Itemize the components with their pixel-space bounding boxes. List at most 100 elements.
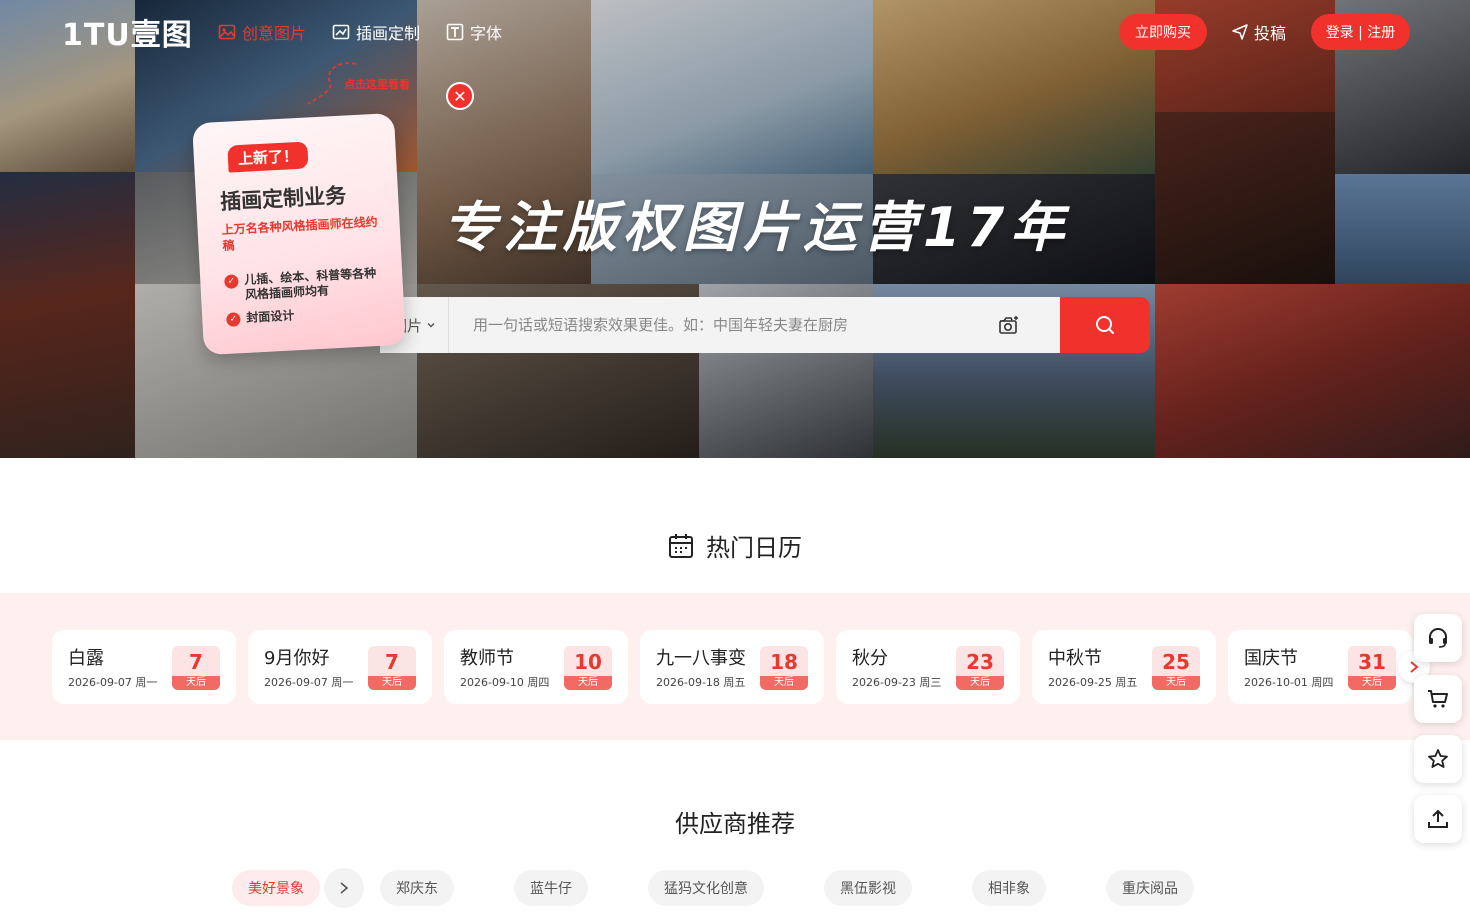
holiday-date: 2026-09-10 周四	[460, 676, 550, 689]
search-button[interactable]	[1060, 297, 1150, 353]
holiday-name: 中秋节	[1048, 648, 1102, 669]
supplier-tab[interactable]: 蓝牛仔	[514, 870, 588, 906]
calendar-card[interactable]: 九一八事变 2026-09-18 周五 18 天后	[640, 630, 824, 704]
nav-creative-images[interactable]: 创意图片	[218, 20, 306, 44]
days-count: 7	[385, 650, 399, 674]
suppliers-next-button[interactable]	[324, 868, 364, 908]
customer-service-button[interactable]	[1414, 614, 1462, 662]
chevron-right-icon	[340, 882, 349, 894]
calendar-card[interactable]: 白露 2026-09-07 周一 7 天后	[52, 630, 236, 704]
chevron-right-icon	[1410, 661, 1419, 673]
holiday-name: 秋分	[852, 648, 888, 669]
days-until-badge: 31 天后	[1348, 646, 1396, 690]
favorites-button[interactable]	[1414, 735, 1462, 783]
supplier-tab[interactable]: 重庆阅品	[1106, 870, 1194, 906]
search-box	[448, 297, 1060, 353]
days-until-badge: 25 天后	[1152, 646, 1200, 690]
promo-subtitle: 上万名各种风格插画师在线约稿	[221, 214, 378, 254]
calendar-card[interactable]: 秋分 2026-09-23 周三 23 天后	[836, 630, 1020, 704]
days-unit: 天后	[172, 676, 220, 690]
holiday-date: 2026-09-07 周一	[264, 676, 354, 689]
hero-banner: 1TU壹图 创意图片 插画定制 字体 立即购买 投稿 登录 | 注册 专注版权图…	[0, 0, 1470, 458]
promo-item: ✓ 儿插、绘本、科普等各种风格插画师均有	[224, 266, 385, 304]
nav-label: 创意图片	[242, 24, 307, 43]
days-until-badge: 7 天后	[368, 646, 416, 690]
days-unit: 天后	[368, 676, 416, 690]
days-until-badge: 23 天后	[956, 646, 1004, 690]
site-logo[interactable]: 1TU壹图	[62, 16, 193, 53]
arrow-doodle-icon	[307, 62, 357, 105]
days-count: 10	[574, 650, 602, 674]
search-input[interactable]	[449, 297, 989, 353]
suppliers-heading: 供应商推荐	[675, 810, 795, 838]
main-nav: 创意图片 插画定制 字体	[218, 20, 502, 44]
star-icon	[1428, 749, 1448, 768]
nav-illustration-custom[interactable]: 插画定制	[332, 20, 420, 44]
days-count: 18	[770, 650, 798, 674]
days-count: 25	[1162, 650, 1190, 674]
login-register-button[interactable]: 登录 | 注册	[1311, 14, 1410, 50]
days-until-badge: 18 天后	[760, 646, 808, 690]
calendar-title: 热门日历	[706, 534, 802, 562]
cart-icon	[1428, 690, 1448, 708]
nav-label: 字体	[470, 24, 503, 43]
buy-now-button[interactable]: 立即购买	[1119, 14, 1207, 50]
holiday-name: 教师节	[460, 648, 514, 669]
days-unit: 天后	[564, 676, 612, 690]
close-icon: ✕	[453, 86, 467, 106]
days-count: 31	[1358, 650, 1386, 674]
search-icon	[1096, 316, 1114, 334]
font-icon	[446, 23, 464, 41]
holiday-date: 2026-10-01 周四	[1244, 676, 1334, 689]
promo-close-button[interactable]: ✕	[446, 82, 474, 110]
check-icon: ✓	[224, 274, 239, 289]
supplier-tab[interactable]: 郑庆东	[380, 870, 454, 906]
paper-plane-icon	[1232, 24, 1248, 40]
supplier-tab[interactable]: 猛犸文化创意	[648, 870, 764, 906]
nav-label: 插画定制	[356, 24, 421, 43]
supplier-tab[interactable]: 相非象	[972, 870, 1046, 906]
calendar-card[interactable]: 9月你好 2026-09-07 周一 7 天后	[248, 630, 432, 704]
days-unit: 天后	[1152, 676, 1200, 690]
check-icon: ✓	[226, 312, 241, 327]
holiday-date: 2026-09-25 周五	[1048, 676, 1138, 689]
image-icon	[218, 24, 236, 40]
hero-title: 专注版权图片运营17年	[443, 196, 1071, 259]
days-unit: 天后	[1348, 676, 1396, 690]
calendar-heading: 热门日历	[0, 528, 1470, 563]
cart-button[interactable]	[1414, 675, 1462, 723]
holiday-name: 白露	[68, 648, 104, 669]
supplier-tab[interactable]: 黑伍影视	[824, 870, 912, 906]
search-bar: 图片	[380, 297, 1150, 353]
promo-item-text: 儿插、绘本、科普等各种风格插画师均有	[243, 266, 377, 302]
calendar-icon	[669, 533, 693, 558]
holiday-date: 2026-09-18 周五	[656, 676, 746, 689]
days-until-badge: 10 天后	[564, 646, 612, 690]
promo-tag: 上新了！	[227, 141, 309, 173]
holiday-name: 九一八事变	[656, 648, 746, 669]
holiday-date: 2026-09-23 周三	[852, 676, 942, 689]
days-unit: 天后	[760, 676, 808, 690]
days-unit: 天后	[956, 676, 1004, 690]
illustration-icon	[332, 24, 350, 40]
headset-icon	[1429, 628, 1447, 648]
submit-work-button[interactable]: 投稿	[1232, 20, 1286, 44]
holiday-name: 国庆节	[1244, 648, 1298, 669]
calendar-card[interactable]: 教师节 2026-09-10 周四 10 天后	[444, 630, 628, 704]
days-count: 7	[189, 650, 203, 674]
days-count: 23	[966, 650, 994, 674]
promo-title: 插画定制业务	[219, 183, 347, 215]
camera-search-icon[interactable]	[997, 313, 1021, 337]
promo-item: ✓ 封面设计	[226, 304, 387, 327]
holiday-date: 2026-09-07 周一	[68, 676, 158, 689]
calendar-card[interactable]: 中秋节 2026-09-25 周五 25 天后	[1032, 630, 1216, 704]
days-until-badge: 7 天后	[172, 646, 220, 690]
promo-item-text: 封面设计	[245, 308, 295, 325]
calendar-card[interactable]: 国庆节 2026-10-01 周四 31 天后	[1228, 630, 1412, 704]
nav-fonts[interactable]: 字体	[446, 20, 502, 44]
submit-label: 投稿	[1254, 24, 1287, 43]
supplier-tab[interactable]: 美好景象	[232, 870, 320, 906]
chevron-down-icon	[427, 323, 435, 328]
holiday-name: 9月你好	[264, 648, 330, 669]
promo-card[interactable]: 上新了！ 插画定制业务 上万名各种风格插画师在线约稿 ✓ 儿插、绘本、科普等各种…	[192, 112, 406, 356]
